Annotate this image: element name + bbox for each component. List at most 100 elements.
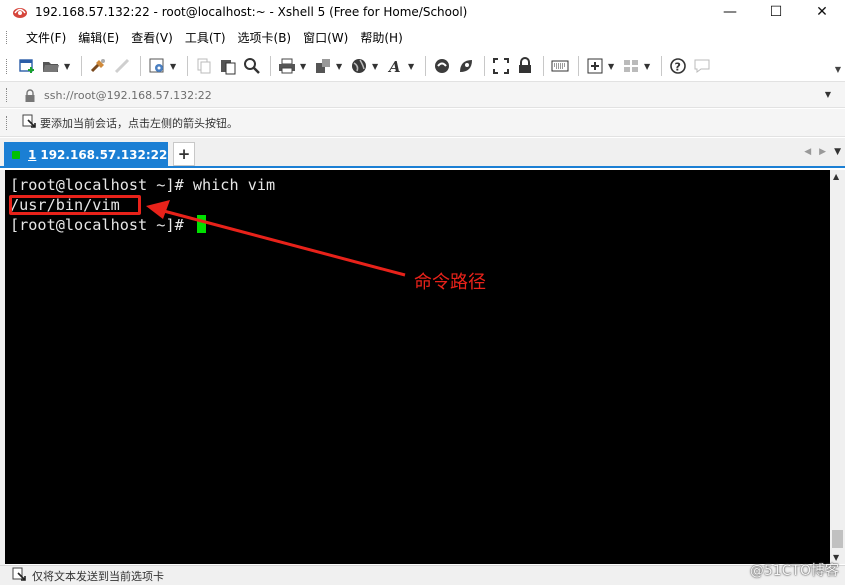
keyboard-icon — [551, 60, 569, 72]
new-tab-button[interactable]: + — [173, 142, 195, 166]
paste-icon — [221, 60, 236, 75]
address-field[interactable]: ssh://root@192.168.57.132:22 ▼ — [17, 85, 837, 105]
close-icon: ✕ — [816, 4, 828, 20]
xftp-icon — [435, 59, 449, 73]
status-bar: 仅将文本发送到当前选项卡 — [0, 565, 845, 585]
tab-label: 192.168.57.132:22 — [40, 148, 168, 162]
terminal-scrollbar[interactable]: ▲ ▼ — [830, 170, 845, 564]
help-icon: ? — [670, 58, 686, 74]
maximize-button[interactable]: ☐ — [753, 0, 799, 24]
encoding-dropdown-icon[interactable]: ▼ — [372, 62, 380, 71]
lock-icon — [519, 57, 531, 73]
font-dropdown-icon[interactable]: ▼ — [408, 62, 416, 71]
maximize-icon: ☐ — [769, 4, 783, 20]
find-icon — [244, 58, 260, 74]
add-tab-dropdown-icon[interactable]: ▼ — [608, 62, 616, 71]
open-dropdown-icon[interactable]: ▼ — [64, 62, 72, 71]
font-button[interactable]: A — [384, 55, 406, 77]
tab-menu-icon[interactable]: ▼ — [834, 147, 841, 157]
svg-text:?: ? — [675, 61, 681, 74]
toolbar-separator — [425, 56, 426, 76]
globe-icon — [352, 59, 366, 73]
terminal-line: [root@localhost ~]# which vim — [10, 176, 276, 194]
tab-number: 1 — [28, 148, 37, 162]
menu-tab[interactable]: 选项卡(B) — [232, 29, 298, 46]
minimize-button[interactable]: — — [707, 0, 753, 24]
address-bar: ssh://root@192.168.57.132:22 ▼ — [0, 81, 845, 108]
minimize-icon: — — [723, 4, 737, 20]
menu-view[interactable]: 查看(V) — [125, 29, 179, 46]
keyboard-button[interactable] — [549, 55, 571, 77]
hint-grip[interactable] — [6, 116, 9, 130]
properties-dropdown-icon[interactable]: ▼ — [170, 62, 178, 71]
find-button[interactable] — [241, 55, 263, 77]
transfer-dropdown-icon[interactable]: ▼ — [336, 62, 344, 71]
window-controls: — ☐ ✕ — [707, 0, 845, 24]
connected-status-icon — [12, 151, 20, 159]
disconnect-button[interactable] — [111, 55, 133, 77]
toolbar-separator — [270, 56, 271, 76]
properties-icon — [149, 58, 164, 73]
toolbar: ▼ ▼ ▼ ▼ ▼ A ▼ ▼ ▼ ? ▼ — [0, 51, 845, 81]
xmanager-button[interactable] — [455, 55, 477, 77]
tab-navigation: ◀ ▶ ▼ — [804, 147, 841, 157]
encoding-button[interactable] — [348, 55, 370, 77]
menu-edit[interactable]: 编辑(E) — [72, 29, 125, 46]
address-dropdown-icon[interactable]: ▼ — [825, 90, 831, 99]
transfer-button[interactable] — [312, 55, 334, 77]
xftp-button[interactable] — [431, 55, 453, 77]
close-button[interactable]: ✕ — [799, 0, 845, 24]
address-input[interactable]: ssh://root@192.168.57.132:22 — [44, 89, 212, 102]
chat-button[interactable] — [691, 55, 713, 77]
layout-button[interactable] — [620, 55, 642, 77]
send-text-icon[interactable] — [12, 567, 26, 584]
new-session-icon — [19, 59, 34, 73]
menu-window[interactable]: 窗口(W) — [297, 29, 354, 46]
copy-button[interactable] — [193, 55, 215, 77]
font-icon: A — [387, 58, 401, 75]
terminal-prompt: [root@localhost ~]# — [10, 216, 193, 234]
toolbar-separator — [187, 56, 188, 76]
toolbar-overflow-icon[interactable]: ▼ — [835, 65, 841, 74]
window-title: 192.168.57.132:22 - root@localhost:~ - X… — [35, 5, 468, 19]
print-dropdown-icon[interactable]: ▼ — [300, 62, 308, 71]
menu-grip[interactable] — [6, 31, 9, 44]
terminal-screen[interactable]: [root@localhost ~]# which vim /usr/bin/v… — [5, 170, 830, 564]
menu-help[interactable]: 帮助(H) — [354, 29, 408, 46]
fullscreen-button[interactable] — [490, 55, 512, 77]
chat-icon — [694, 59, 710, 73]
reconnect-button[interactable] — [87, 55, 109, 77]
address-grip[interactable] — [6, 88, 9, 102]
tab-next-icon[interactable]: ▶ — [819, 147, 826, 157]
menu-tools[interactable]: 工具(T) — [179, 29, 232, 46]
toolbar-grip[interactable] — [6, 59, 9, 74]
fullscreen-icon — [493, 58, 509, 74]
terminal-prompt-line: [root@localhost ~]# — [10, 215, 206, 235]
print-button[interactable] — [276, 55, 298, 77]
lock-button[interactable] — [514, 55, 536, 77]
tab-strip: 1 192.168.57.132:22 + ◀ ▶ ▼ — [0, 138, 845, 168]
add-session-arrow-icon[interactable] — [22, 114, 36, 131]
menu-file[interactable]: 文件(F) — [20, 29, 72, 46]
open-folder-icon — [43, 62, 59, 72]
scroll-up-icon[interactable]: ▲ — [833, 172, 839, 181]
paste-button[interactable] — [217, 55, 239, 77]
session-hint-bar: 要添加当前会话，点击左侧的箭头按钮。 — [0, 109, 845, 137]
new-session-button[interactable] — [16, 55, 38, 77]
tab-prev-icon[interactable]: ◀ — [804, 147, 811, 157]
tab-session-1[interactable]: 1 192.168.57.132:22 — [4, 142, 168, 168]
toolbar-separator — [81, 56, 82, 76]
open-button[interactable] — [40, 55, 62, 77]
print-icon — [279, 58, 295, 74]
layout-dropdown-icon[interactable]: ▼ — [644, 62, 652, 71]
layout-icon — [624, 60, 638, 72]
scroll-thumb[interactable] — [832, 530, 843, 548]
toolbar-separator — [140, 56, 141, 76]
toolbar-separator — [578, 56, 579, 76]
connect-icon — [90, 59, 105, 73]
properties-button[interactable] — [146, 55, 168, 77]
add-tab-button[interactable] — [584, 55, 606, 77]
help-button[interactable]: ? — [667, 55, 689, 77]
xshell-app-icon[interactable] — [12, 4, 28, 20]
add-tab-icon — [587, 58, 603, 74]
